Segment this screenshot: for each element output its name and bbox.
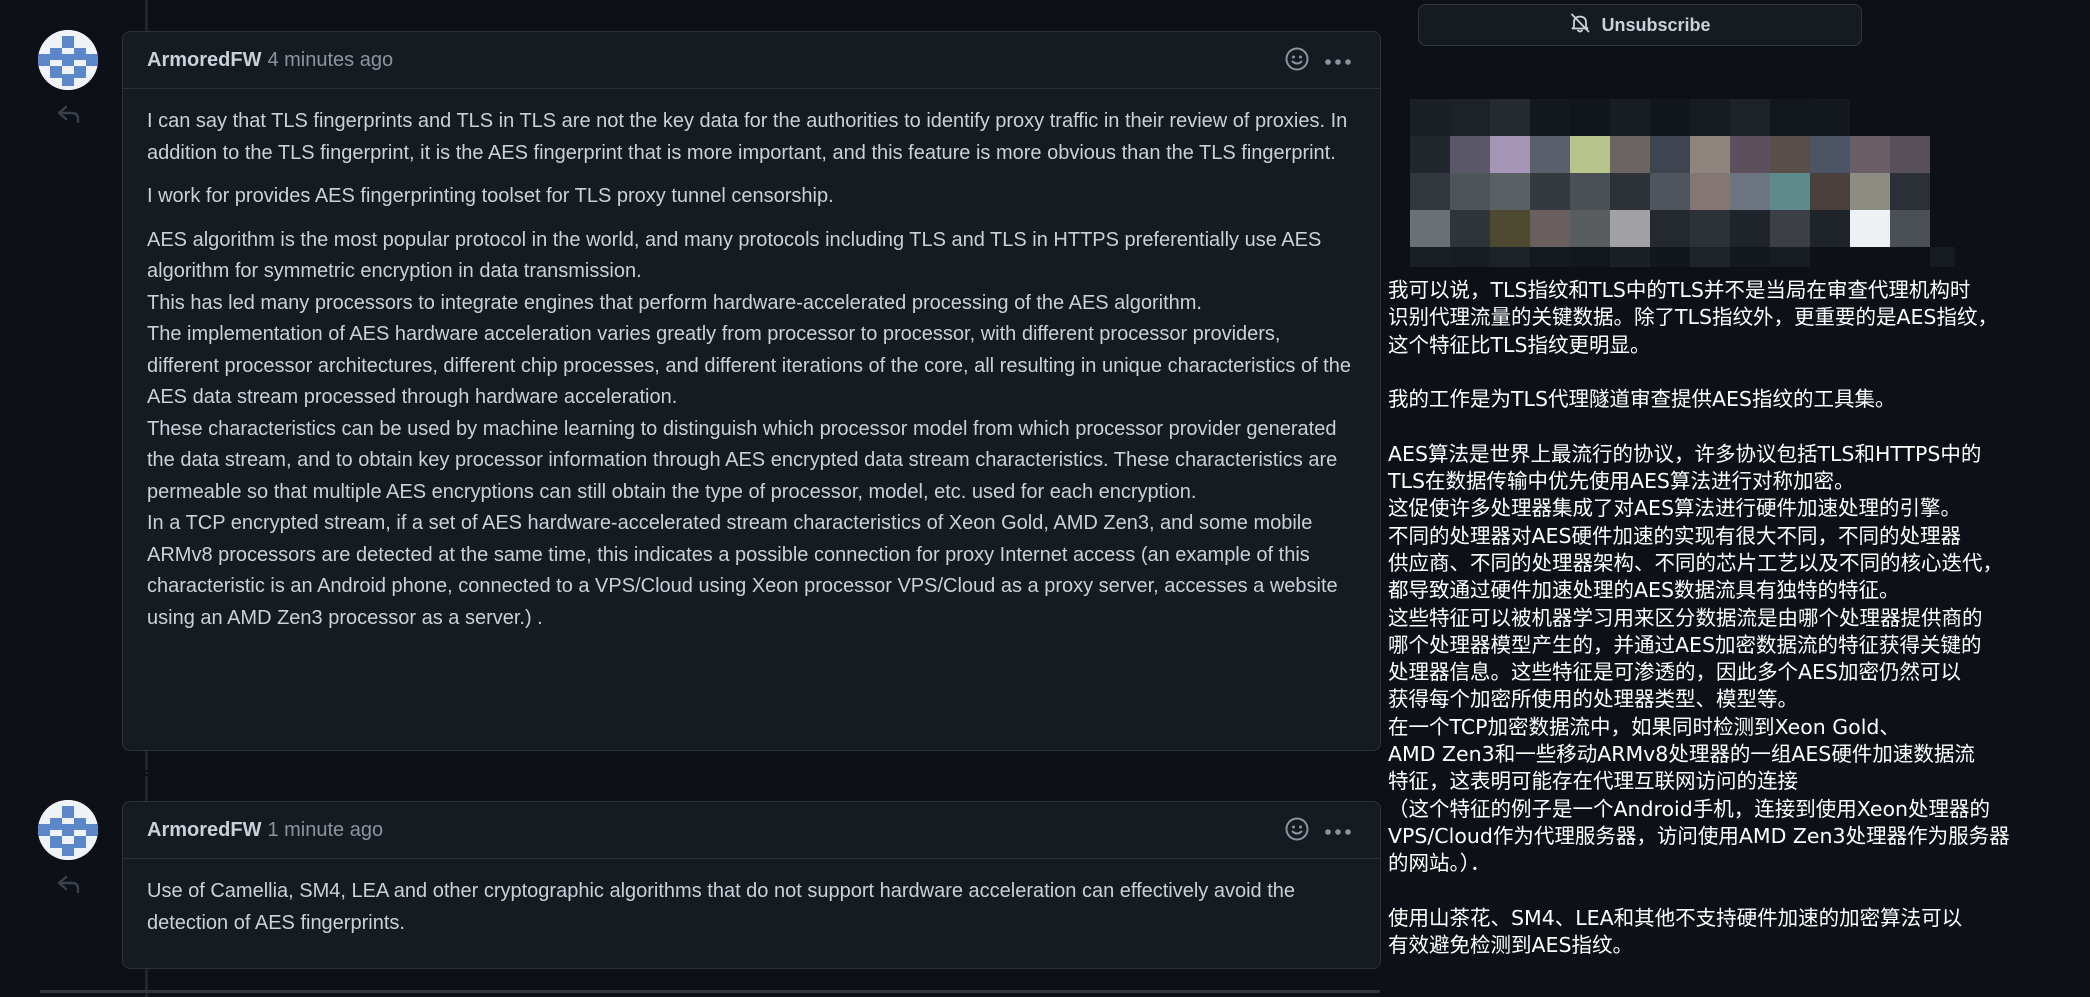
unsubscribe-label: Unsubscribe xyxy=(1601,14,1711,35)
translation-line: 特征，这表明可能存在代理互联网访问的连接 xyxy=(1388,769,1798,794)
identicon-avatar xyxy=(38,800,98,860)
comment-body: I can say that TLS fingerprints and TLS … xyxy=(123,89,1380,652)
reply-arrow-icon[interactable] xyxy=(56,104,82,124)
translation-line: （这个特征的例子是一个Android手机，连接到使用Xeon处理器的 xyxy=(1388,796,1991,821)
translation-line: 在一个TCP加密数据流中，如果同时检测到Xeon Gold、 xyxy=(1388,714,1900,739)
unsubscribe-button[interactable]: Unsubscribe xyxy=(1418,4,1862,46)
comment-paragraph: The implementation of AES hardware accel… xyxy=(147,323,1351,408)
translation-line: 供应商、不同的处理器架构、不同的芯片工艺以及不同的核心迭代， xyxy=(1388,550,2003,575)
translation-line: 有效避免检测到AES指纹。 xyxy=(1388,933,1633,958)
translation-line: 的网站。）． xyxy=(1388,851,1491,876)
reply-arrow-icon[interactable] xyxy=(56,874,82,894)
comment-actions xyxy=(1284,816,1352,847)
translation-line: 使用山茶花、SM4、LEA和其他不支持硬件加速的加密算法可以 xyxy=(1388,905,1963,930)
translation-line: 这个特征比TLS指纹更明显。 xyxy=(1388,332,1651,357)
translation-line: 识别代理流量的关键数据。除了TLS指纹外，更重要的是AES指纹， xyxy=(1388,305,1998,330)
translation-line: AES算法是世界上最流行的协议，许多协议包括TLS和HTTPS中的 xyxy=(1388,441,1982,466)
comment-timestamp[interactable]: 1 minute ago xyxy=(267,819,383,842)
divider xyxy=(40,990,1380,993)
comment-author[interactable]: ArmoredFW xyxy=(147,819,261,842)
translation-line: 这些特征可以被机器学习用来区分数据流是由哪个处理器提供商的 xyxy=(1388,605,1983,630)
comment-paragraph: I work for provides AES fingerprinting t… xyxy=(147,185,834,207)
translation-line: 我的工作是为TLS代理隧道审查提供AES指纹的工具集。 xyxy=(1388,387,1896,412)
translation-line: AMD Zen3和一些移动ARMv8处理器的一组AES硬件加速数据流 xyxy=(1388,742,1975,767)
comment-card: ArmoredFW 1 minute ago Use of Camellia, … xyxy=(122,801,1381,969)
translation-text: 我可以说，TLS指纹和TLS中的TLS并不是当局在审查代理机构时识别代理流量的关… xyxy=(1388,277,2088,959)
comment-header: ArmoredFW 1 minute ago xyxy=(123,802,1380,859)
translation-line: 获得每个加密所使用的处理器类型、模型等。 xyxy=(1388,687,1798,712)
translation-line: 不同的处理器对AES硬件加速的实现有很大不同，不同的处理器 xyxy=(1388,523,1961,548)
bell-slash-icon xyxy=(1569,12,1591,39)
timeline-separator xyxy=(0,770,1380,772)
identicon-avatar xyxy=(38,30,98,90)
translation-line xyxy=(1388,878,2088,905)
comment-paragraph: This has led many processors to integrat… xyxy=(147,291,1202,314)
translation-line: 我可以说，TLS指纹和TLS中的TLS并不是当局在审查代理机构时 xyxy=(1388,278,1971,302)
smiley-icon[interactable] xyxy=(1284,816,1310,847)
translation-line xyxy=(1388,413,2088,440)
comment-timestamp[interactable]: 4 minutes ago xyxy=(267,49,393,72)
comment-paragraph: I can say that TLS fingerprints and TLS … xyxy=(147,110,1348,164)
kebab-horizontal-icon[interactable] xyxy=(1324,53,1352,71)
translation-line: 处理器信息。这些特征是可渗透的，因此多个AES加密仍然可以 xyxy=(1388,660,1961,685)
translation-line: 这促使许多处理器集成了对AES算法进行硬件加速处理的引擎。 xyxy=(1388,496,1961,521)
timeline-separator xyxy=(0,774,1380,776)
avatar[interactable] xyxy=(38,30,98,90)
comment-paragraph: Use of Camellia, SM4, LEA and other cryp… xyxy=(147,880,1296,934)
translation-line: VPS/Cloud作为代理服务器，访问使用AMD Zen3处理器作为服务器 xyxy=(1388,823,2010,848)
smiley-icon[interactable] xyxy=(1284,46,1310,77)
pixelated-image xyxy=(1381,70,1961,270)
comment-author[interactable]: ArmoredFW xyxy=(147,49,261,72)
avatar[interactable] xyxy=(38,800,98,860)
comment-paragraph: These characteristics can be used by mac… xyxy=(147,417,1338,503)
translation-line: TLS在数据传输中优先使用AES算法进行对称加密。 xyxy=(1388,469,1855,494)
comment-paragraph: AES algorithm is the most popular protoc… xyxy=(147,228,1322,283)
comment-body: Use of Camellia, SM4, LEA and other cryp… xyxy=(123,859,1380,957)
comment-header: ArmoredFW 4 minutes ago xyxy=(123,32,1380,89)
comment-paragraph: In a TCP encrypted stream, if a set of A… xyxy=(147,512,1338,629)
translation-line: 哪个处理器模型产生的，并通过AES加密数据流的特征获得关键的 xyxy=(1388,632,1982,657)
comment-card: ArmoredFW 4 minutes ago I can say that T… xyxy=(122,31,1381,751)
translation-line: 都导致通过硬件加速处理的AES数据流具有独特的特征。 xyxy=(1388,578,1900,603)
translation-line xyxy=(1388,359,2088,386)
page: ArmoredFW 4 minutes ago I can say that T… xyxy=(0,0,2090,997)
kebab-horizontal-icon[interactable] xyxy=(1324,823,1352,841)
comment-actions xyxy=(1284,46,1352,77)
